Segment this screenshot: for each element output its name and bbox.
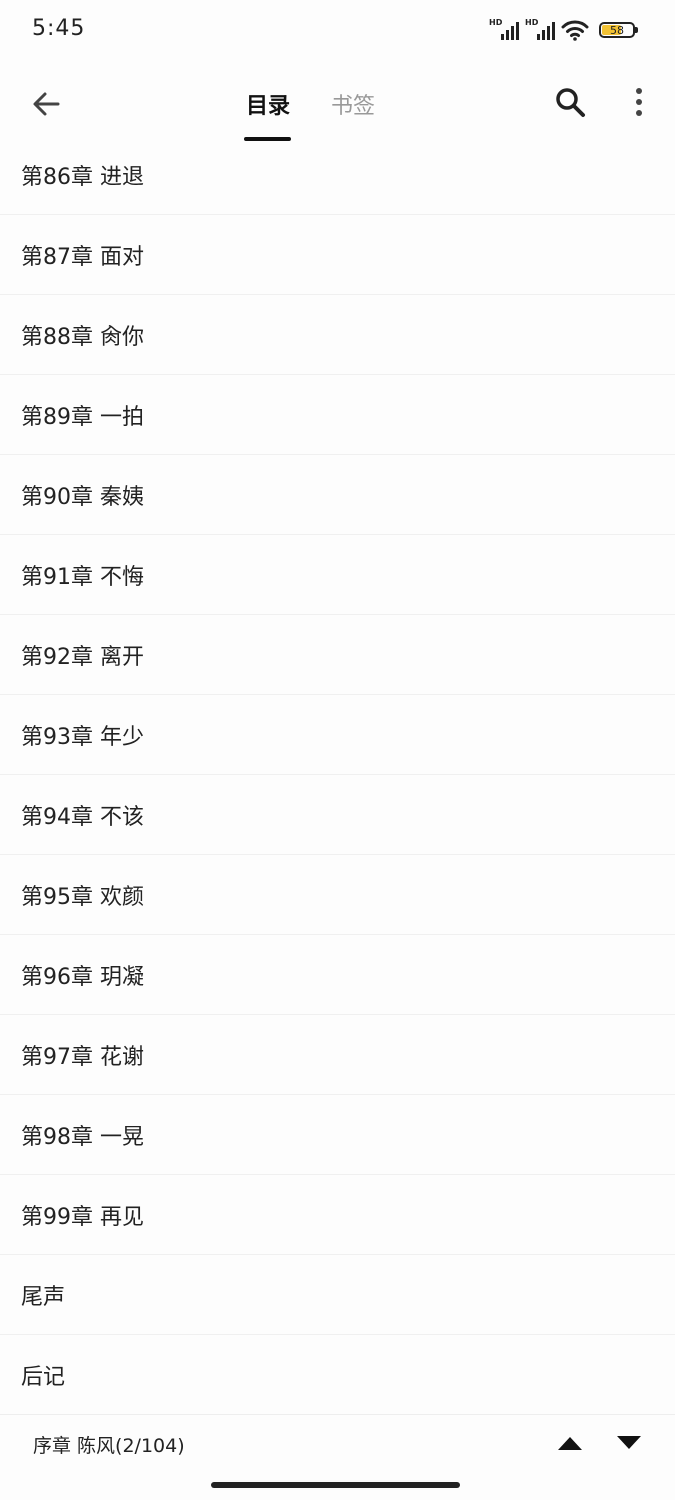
more-vertical-icon[interactable] <box>624 84 654 120</box>
chapter-item[interactable]: 尾声 <box>0 1255 675 1335</box>
triangle-down-icon[interactable] <box>615 1435 643 1451</box>
status-bar: 5:45 HD HD 58 <box>0 0 675 60</box>
signal-icon: HD <box>489 18 519 42</box>
status-icons: HD HD 58 <box>489 16 638 44</box>
chapter-item[interactable]: 第95章 欢颜 <box>0 855 675 935</box>
battery-icon: 58 <box>599 22 638 38</box>
home-indicator[interactable] <box>211 1482 460 1488</box>
chapter-item[interactable]: 后记 <box>0 1335 675 1415</box>
triangle-up-icon[interactable] <box>556 1435 584 1451</box>
chapter-item[interactable]: 第87章 面对 <box>0 215 675 295</box>
back-arrow-icon[interactable] <box>26 84 66 124</box>
app-bar: 目录 书签 <box>0 60 675 145</box>
chapter-item[interactable]: 第96章 玥凝 <box>0 935 675 1015</box>
chapter-item[interactable]: 第99章 再见 <box>0 1175 675 1255</box>
chapter-item[interactable]: 第94章 不该 <box>0 775 675 855</box>
status-time: 5:45 <box>32 16 86 41</box>
chapter-item[interactable]: 第92章 离开 <box>0 615 675 695</box>
chapter-item[interactable]: 第91章 不悔 <box>0 535 675 615</box>
tab-bookmark[interactable]: 书签 <box>331 88 375 120</box>
tab-toc[interactable]: 目录 <box>246 88 290 120</box>
battery-level: 58 <box>610 23 624 37</box>
chapter-list: 第86章 进退 第87章 面对 第88章 肏你 第89章 一拍 第90章 秦姨 … <box>0 135 675 1415</box>
current-chapter-position[interactable]: 序章 陈风(2/104) <box>33 1431 185 1458</box>
search-icon[interactable] <box>552 84 588 120</box>
chapter-item[interactable]: 第98章 一晃 <box>0 1095 675 1175</box>
chapter-item[interactable]: 第97章 花谢 <box>0 1015 675 1095</box>
bottom-bar: 序章 陈风(2/104) <box>0 1414 675 1474</box>
chapter-item[interactable]: 第90章 秦姨 <box>0 455 675 535</box>
signal-icon: HD <box>525 18 555 42</box>
wifi-icon <box>561 20 589 41</box>
chapter-item[interactable]: 第93章 年少 <box>0 695 675 775</box>
chapter-item[interactable]: 第89章 一拍 <box>0 375 675 455</box>
chapter-item[interactable]: 第86章 进退 <box>0 135 675 215</box>
chapter-item[interactable]: 第88章 肏你 <box>0 295 675 375</box>
